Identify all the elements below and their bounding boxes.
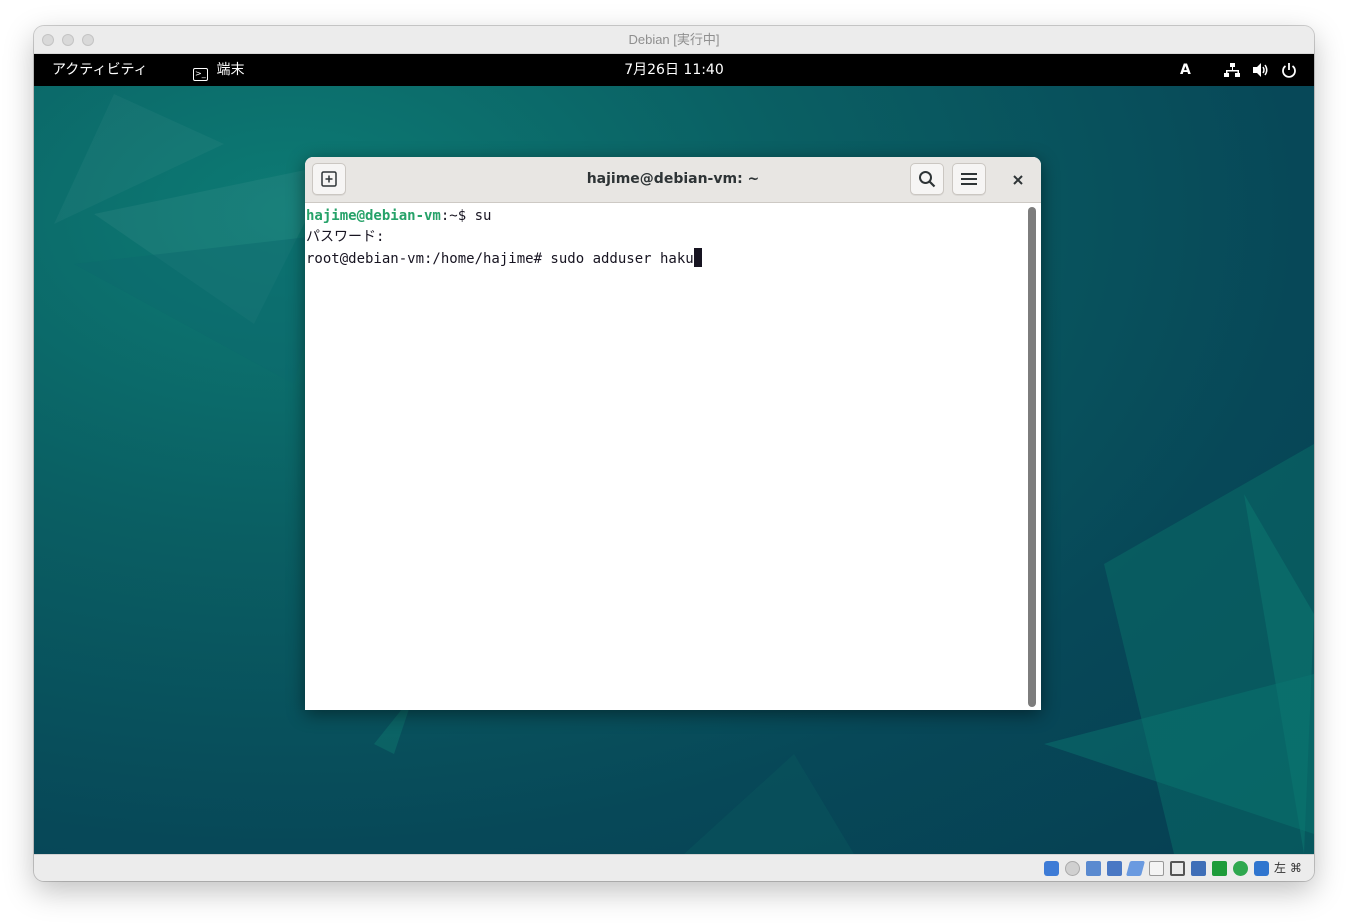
display-icon[interactable] [1170,861,1185,876]
new-tab-button[interactable] [312,163,346,195]
terminal-line: パスワード: [306,227,1027,248]
text-cursor [693,248,702,267]
terminal-headerbar[interactable]: hajime@debian-vm: ~ [305,157,1041,203]
search-button[interactable] [910,163,944,195]
activities-button[interactable]: アクティビティ [52,54,148,86]
guest-desktop[interactable]: アクティビティ >_ 端末 7月26日 11:40 A hajime@debia… [34,54,1314,854]
terminal-app-icon: >_ [193,68,208,81]
hamburger-menu-icon [961,173,977,185]
terminal-output[interactable]: hajime@debian-vm:~$ su パスワード: root@debian-… [305,203,1027,710]
optical-drive-icon[interactable] [1065,861,1080,876]
terminal-line: root@debian-vm:/home/hajime# sudo adduse… [306,248,1027,269]
input-method-indicator[interactable]: A [1180,54,1191,86]
network-adapter-icon[interactable] [1107,861,1122,876]
terminal-window[interactable]: hajime@debian-vm: ~ hajime@debian-vm:~$ … [305,157,1041,710]
clock[interactable]: 7月26日 11:40 [622,54,726,86]
virtualbox-window: Debian [実行中] アクティビティ >_ 端末 7月26日 11:40 A [34,26,1314,881]
cpu-icon[interactable] [1212,861,1227,876]
network-icon[interactable] [1224,62,1240,78]
terminal-scrollbar[interactable] [1028,207,1036,707]
volume-icon[interactable] [1252,62,1268,78]
power-icon[interactable] [1281,62,1297,78]
new-tab-icon [321,171,337,187]
video-capture-icon[interactable] [1191,861,1206,876]
prompt-rest: :~$ su [440,208,492,224]
vbox-titlebar: Debian [実行中] [34,26,1314,54]
current-command: root@debian-vm:/home/hajime# sudo adduse… [306,251,694,267]
gnome-top-panel: アクティビティ >_ 端末 7月26日 11:40 A [34,54,1314,86]
audio-icon[interactable] [1086,861,1101,876]
password-prompt: パスワード: [306,229,385,245]
vbox-statusbar: 左 ⌘ [34,854,1314,881]
mouse-integration-icon[interactable] [1254,861,1269,876]
prompt-user-host: hajime@debian-vm [306,208,441,224]
virtualization-icon[interactable] [1233,861,1248,876]
app-menu[interactable]: >_ 端末 [193,54,244,86]
shared-folder-icon[interactable] [1149,861,1164,876]
vbox-window-title: Debian [実行中] [628,32,720,47]
terminal-line: hajime@debian-vm:~$ su [306,206,1027,227]
host-key-label: 左 ⌘ [1274,861,1302,875]
menu-button[interactable] [952,163,986,195]
usb-icon[interactable] [1125,861,1146,876]
search-icon [919,171,936,188]
close-icon[interactable] [1012,174,1024,186]
hard-disk-icon[interactable] [1044,861,1059,876]
app-menu-label: 端末 [216,62,245,78]
